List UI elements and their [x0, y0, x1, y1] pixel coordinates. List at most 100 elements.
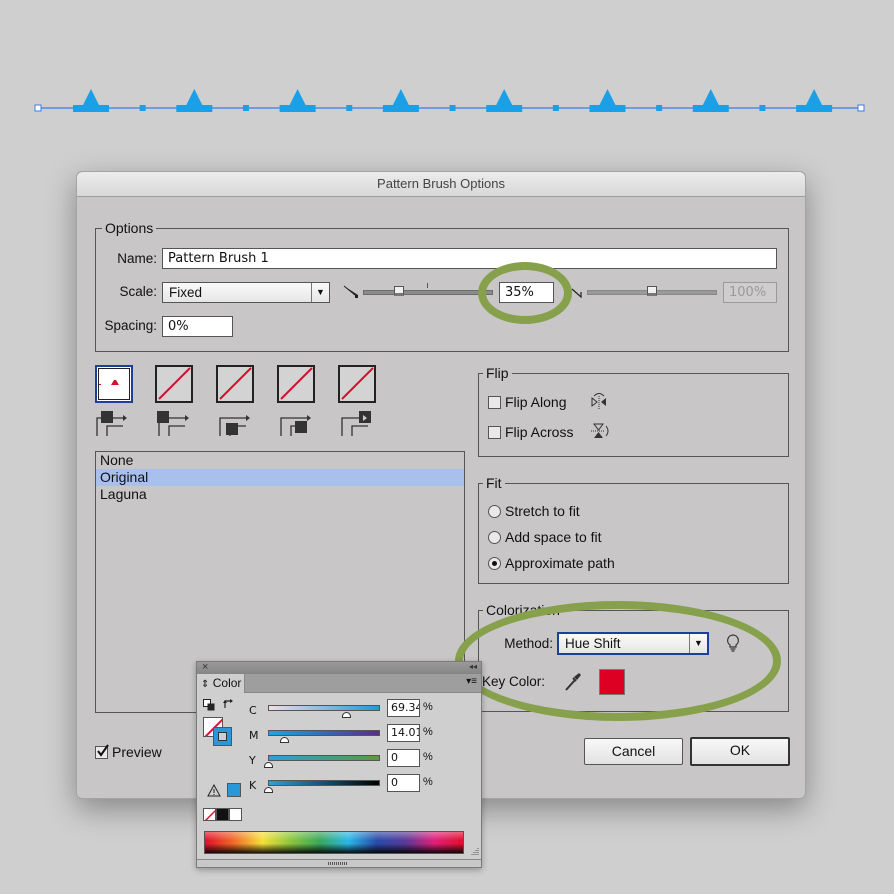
color-panel: × ◂◂ ⇕ Color ▾≡ C 69.34% M 14.01% Y 0% K 0%	[196, 661, 482, 868]
stroke-swatch-hole	[218, 732, 227, 741]
scale-min-icon	[343, 285, 358, 298]
none-quick-swatch[interactable]	[203, 808, 216, 821]
panel-bottom-bar	[197, 859, 481, 867]
scale-min-slider-thumb[interactable]	[393, 286, 404, 296]
flip-along-checkbox[interactable]: Flip Along	[488, 393, 566, 410]
channel-value-input-m[interactable]: 14.01	[387, 724, 420, 742]
add-space-to-fit-label: Add space to fit	[505, 529, 602, 546]
options-group-title: Options	[102, 220, 157, 236]
flip-along-check[interactable]	[488, 395, 501, 409]
key-color-swatch[interactable]	[599, 669, 625, 695]
slider-midpoint-tick	[427, 283, 428, 288]
stretch-to-fit-radio-dot[interactable]	[488, 504, 501, 518]
name-input[interactable]: Pattern Brush 1	[162, 248, 777, 269]
channel-slider-thumb[interactable]	[264, 762, 273, 768]
stroke-swatch[interactable]	[213, 727, 232, 746]
inner-corner-tile[interactable]	[216, 365, 254, 403]
diagonal-line-icon	[158, 367, 191, 400]
ok-button[interactable]: OK	[690, 737, 790, 766]
scale-select-value: Fixed	[169, 285, 203, 300]
scale-max-slider-thumb[interactable]	[647, 286, 657, 296]
eyedropper-icon[interactable]	[564, 672, 582, 692]
pattern-tile-glyph	[99, 380, 119, 385]
pattern-tile-square	[759, 105, 766, 111]
stretch-to-fit-radio[interactable]: Stretch to fit	[488, 502, 580, 519]
approximate-path-radio[interactable]: Approximate path	[488, 554, 615, 571]
outer-corner-tile[interactable]	[155, 365, 193, 403]
flip-across-checkbox[interactable]: Flip Across	[488, 423, 573, 440]
pattern-list-item-none[interactable]: None	[96, 452, 464, 469]
cancel-button[interactable]: Cancel	[584, 738, 683, 765]
channel-value-input-y[interactable]: 0	[387, 749, 420, 767]
preview-checkbox[interactable]: Preview	[95, 743, 162, 760]
spacing-input[interactable]: 0%	[162, 316, 233, 337]
pattern-tile-triangle	[796, 89, 833, 112]
pattern-tile-triangle	[73, 89, 109, 112]
tips-lightbulb-icon[interactable]	[726, 634, 740, 652]
scale-max-icon	[571, 288, 582, 298]
gamut-color-swatch[interactable]	[227, 783, 241, 797]
channel-slider-k[interactable]	[268, 780, 380, 786]
dialog-title: Pattern Brush Options	[77, 172, 805, 197]
add-space-to-fit-radio-dot[interactable]	[488, 530, 501, 544]
path-start-anchor[interactable]	[34, 104, 42, 112]
pattern-tile-square	[552, 105, 559, 111]
preview-check[interactable]	[95, 744, 109, 759]
flip-group: Flip	[478, 365, 789, 457]
start-tile-type-icon	[280, 415, 311, 436]
flip-along-icon	[591, 393, 606, 409]
path-end-anchor[interactable]	[857, 104, 865, 112]
spacing-label: Spacing:	[104, 318, 157, 333]
white-quick-swatch[interactable]	[229, 808, 242, 821]
start-tile[interactable]	[277, 365, 315, 403]
channel-value-input-c[interactable]: 69.34	[387, 699, 420, 717]
channel-slider-y[interactable]	[268, 755, 380, 761]
color-spectrum-bar[interactable]	[204, 831, 464, 854]
scale-select[interactable]: Fixed ▼	[162, 282, 330, 303]
panel-menu-icon[interactable]: ▾≡	[466, 676, 477, 687]
channel-slider-m[interactable]	[268, 730, 380, 736]
none-slash-icon	[204, 809, 215, 820]
color-tab-label: Color	[212, 676, 242, 690]
approximate-path-label: Approximate path	[505, 555, 615, 572]
scale-min-slider[interactable]	[363, 290, 493, 295]
flip-along-label: Flip Along	[505, 394, 567, 411]
flip-across-icon	[591, 423, 609, 438]
panel-drag-handle[interactable]	[328, 862, 348, 865]
pattern-tile-square	[656, 105, 663, 111]
resize-grip-icon[interactable]	[471, 847, 479, 855]
default-fill-stroke-icon[interactable]	[203, 699, 215, 711]
pattern-tile-triangle	[279, 89, 316, 112]
flip-across-check[interactable]	[488, 425, 501, 439]
percent-unit-label: %	[423, 776, 433, 788]
channel-slider-thumb[interactable]	[341, 712, 351, 718]
out-of-gamut-warning-icon[interactable]	[207, 784, 221, 797]
pattern-list-item-original[interactable]: Original	[96, 469, 464, 486]
checkmark-icon	[97, 744, 109, 757]
close-icon[interactable]: ×	[202, 661, 208, 673]
end-tile[interactable]	[338, 365, 376, 403]
black-quick-swatch[interactable]	[216, 808, 229, 821]
channel-value-input-k[interactable]: 0	[387, 774, 420, 792]
inner-corner-tile-type-icon	[219, 415, 250, 436]
pattern-tile-square	[449, 105, 456, 111]
swap-fill-stroke-icon[interactable]	[223, 699, 235, 711]
channel-slider-thumb[interactable]	[279, 737, 289, 743]
channel-label-y: Y	[249, 754, 256, 767]
pattern-tile-triangle	[589, 89, 626, 112]
approximate-path-radio-dot[interactable]	[488, 556, 501, 570]
color-panel-header[interactable]: × ◂◂	[197, 661, 481, 674]
channel-slider-c[interactable]	[268, 705, 380, 711]
scale-min-input[interactable]: 35%	[499, 282, 554, 303]
method-select[interactable]: Hue Shift ▼	[557, 632, 709, 655]
fit-group-title: Fit	[483, 475, 505, 491]
color-tab[interactable]: ⇕ Color	[197, 674, 245, 693]
pattern-tile-square	[139, 105, 146, 111]
preview-label: Preview	[112, 744, 162, 761]
add-space-to-fit-radio[interactable]: Add space to fit	[488, 528, 602, 545]
side-tile[interactable]	[95, 365, 133, 403]
pattern-list-item-laguna[interactable]: Laguna	[96, 486, 464, 503]
method-select-value: Hue Shift	[565, 636, 621, 651]
collapse-icon[interactable]: ◂◂	[469, 662, 477, 671]
channel-slider-thumb[interactable]	[264, 787, 273, 793]
